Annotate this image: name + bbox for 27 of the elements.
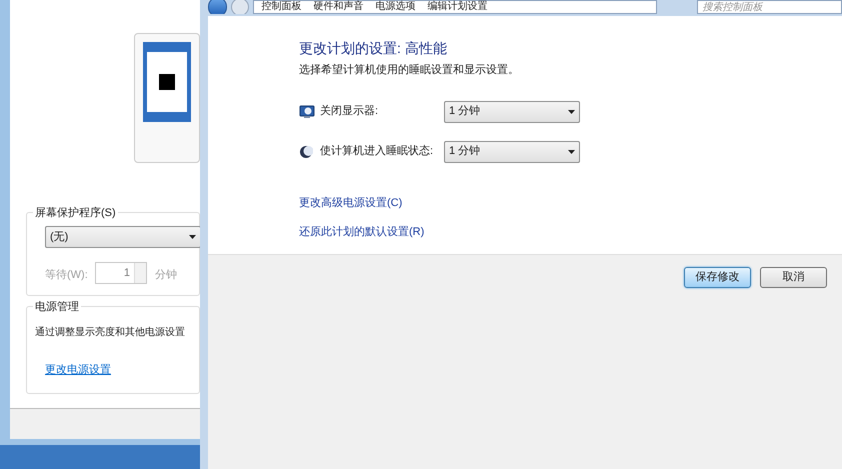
setting-label: 关闭显示器:: [320, 104, 380, 120]
time-dropdown[interactable]: 1 分钟: [444, 140, 580, 162]
wait-label: 等待(W):: [45, 268, 88, 283]
group-title: 屏幕保护程序(S): [33, 205, 118, 222]
page-heading: 更改计划的设置: 高性能: [299, 39, 448, 58]
settings-link[interactable]: 更改高级电源设置(C): [299, 194, 402, 211]
monitor-icon: [299, 104, 315, 118]
power-description: 通过调整显示亮度和其他电源设置: [35, 326, 185, 340]
unit-label: 分钟: [155, 268, 177, 283]
moon-icon: [299, 144, 313, 158]
dropdown-arrow-icon: [568, 110, 575, 114]
dropdown-arrow-icon: [568, 150, 575, 154]
time-dropdown[interactable]: 1 分钟: [444, 100, 580, 122]
settings-link[interactable]: 还原此计划的默认设置(R): [299, 224, 424, 240]
dropdown-arrow-icon: [189, 235, 196, 239]
search-field[interactable]: 搜索控制面板: [697, 0, 842, 14]
breadcrumb-item[interactable]: 控制面板: [262, 2, 302, 12]
back-button[interactable]: [208, 0, 228, 14]
breadcrumb-item[interactable]: 编辑计划设置: [428, 2, 488, 12]
breadcrumb-item[interactable]: 硬件和声音: [314, 2, 364, 12]
address-bar[interactable]: 控制面板 硬件和声音 电源选项 编辑计划设置: [252, 0, 658, 14]
change-power-settings-link[interactable]: 更改电源设置: [45, 362, 111, 378]
setting-label: 使计算机进入睡眠状态:: [320, 144, 434, 160]
page-subtitle: 选择希望计算机使用的睡眠设置和显示设置。: [299, 62, 520, 78]
breadcrumb-item[interactable]: 电源选项: [376, 2, 416, 12]
save-button[interactable]: 保存修改: [684, 267, 751, 288]
cancel-button[interactable]: 取消: [760, 267, 827, 288]
